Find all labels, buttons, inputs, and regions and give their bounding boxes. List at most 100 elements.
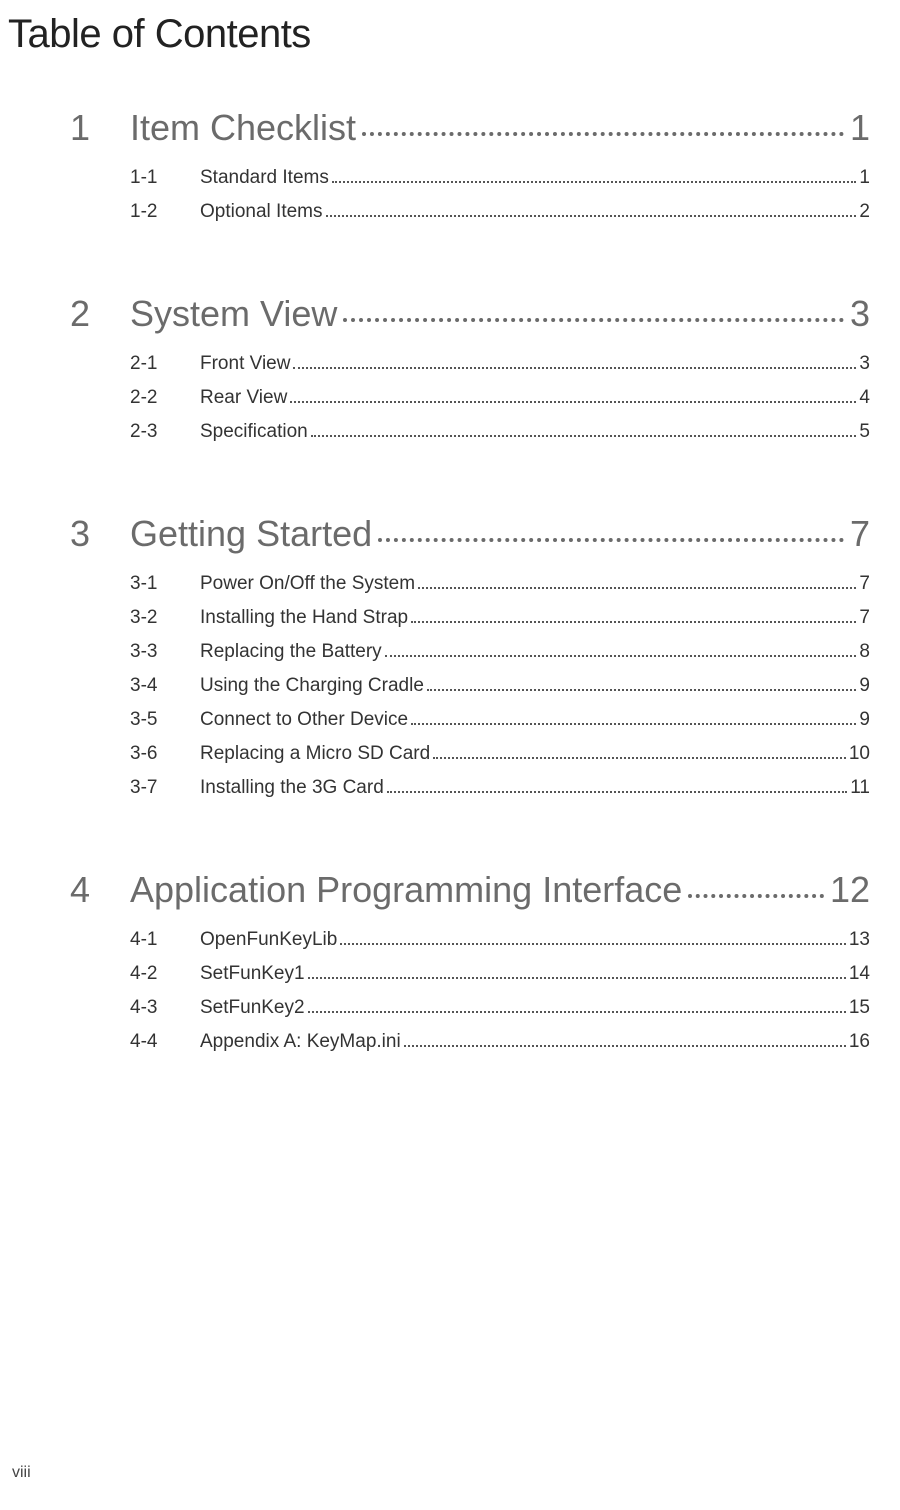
sub-title: Appendix A: KeyMap.ini — [200, 1031, 401, 1053]
toc-sub-row[interactable]: 3-6 Replacing a Micro SD Card 10 — [130, 743, 880, 765]
sub-title: Using the Charging Cradle — [200, 675, 424, 697]
sub-number: 1-2 — [130, 201, 200, 223]
leader-dots — [427, 689, 857, 691]
leader-dots — [343, 318, 844, 322]
sub-page: 15 — [849, 997, 880, 1019]
leader-dots — [311, 435, 857, 437]
chapter-title: Application Programming Interface — [130, 869, 682, 911]
sub-number: 3-5 — [130, 709, 200, 731]
sub-number: 3-7 — [130, 777, 200, 799]
sub-title: Replacing the Battery — [200, 641, 382, 663]
sub-page: 11 — [850, 777, 880, 799]
sub-page: 13 — [849, 929, 880, 951]
toc-sub-row[interactable]: 4-3 SetFunKey2 15 — [130, 997, 880, 1019]
sub-page: 3 — [859, 353, 880, 375]
chapter-number: 3 — [70, 513, 130, 555]
toc-sub-row[interactable]: 2-3 Specification 5 — [130, 421, 880, 443]
chapter-title: Getting Started — [130, 513, 372, 555]
leader-dots — [340, 943, 846, 945]
sub-title: Front View — [200, 353, 290, 375]
sub-page: 9 — [859, 675, 880, 697]
leader-dots — [433, 757, 846, 759]
sub-number: 2-2 — [130, 387, 200, 409]
chapter-number: 4 — [70, 869, 130, 911]
toc-sub-row[interactable]: 2-2 Rear View 4 — [130, 387, 880, 409]
toc-sub-row[interactable]: 3-3 Replacing the Battery 8 — [130, 641, 880, 663]
sub-number: 3-6 — [130, 743, 200, 765]
sub-page: 16 — [849, 1031, 880, 1053]
toc-chapter: 1 Item Checklist 1 1-1 Standard Items 1 … — [70, 107, 880, 223]
leader-dots — [404, 1045, 846, 1047]
chapter-page: 1 — [850, 107, 880, 149]
toc-chapter-heading[interactable]: 4 Application Programming Interface 12 — [70, 869, 880, 911]
leader-dots — [362, 132, 844, 136]
sub-title: Connect to Other Device — [200, 709, 408, 731]
sub-page: 4 — [859, 387, 880, 409]
sub-page: 2 — [859, 201, 880, 223]
leader-dots — [308, 977, 846, 979]
chapter-number: 1 — [70, 107, 130, 149]
sub-title: Optional Items — [200, 201, 323, 223]
toc-sub-row[interactable]: 3-4 Using the Charging Cradle 9 — [130, 675, 880, 697]
sub-page: 14 — [849, 963, 880, 985]
chapter-number: 2 — [70, 293, 130, 335]
toc-chapter: 4 Application Programming Interface 12 4… — [70, 869, 880, 1053]
leader-dots — [385, 655, 857, 657]
sub-page: 8 — [859, 641, 880, 663]
sub-title: Specification — [200, 421, 308, 443]
leader-dots — [378, 538, 844, 542]
sub-title: Rear View — [200, 387, 287, 409]
leader-dots — [411, 723, 856, 725]
sub-title: SetFunKey1 — [200, 963, 305, 985]
toc-sub-row[interactable]: 3-7 Installing the 3G Card 11 — [130, 777, 880, 799]
leader-dots — [290, 401, 856, 403]
sub-page: 5 — [859, 421, 880, 443]
chapter-page: 7 — [850, 513, 880, 555]
toc-chapter-heading[interactable]: 3 Getting Started 7 — [70, 513, 880, 555]
toc-chapter: 3 Getting Started 7 3-1 Power On/Off the… — [70, 513, 880, 799]
chapter-page: 12 — [830, 869, 880, 911]
sub-title: OpenFunKeyLib — [200, 929, 337, 951]
sub-number: 1-1 — [130, 167, 200, 189]
leader-dots — [293, 367, 856, 369]
toc-sub-row[interactable]: 1-2 Optional Items 2 — [130, 201, 880, 223]
leader-dots — [332, 181, 857, 183]
sub-number: 3-3 — [130, 641, 200, 663]
leader-dots — [326, 215, 857, 217]
sub-page: 10 — [849, 743, 880, 765]
sub-number: 4-1 — [130, 929, 200, 951]
toc-sub-row[interactable]: 3-2 Installing the Hand Strap 7 — [130, 607, 880, 629]
chapter-page: 3 — [850, 293, 880, 335]
leader-dots — [418, 587, 856, 589]
leader-dots — [411, 621, 856, 623]
leader-dots — [308, 1011, 846, 1013]
sub-title: SetFunKey2 — [200, 997, 305, 1019]
toc-sub-row[interactable]: 3-5 Connect to Other Device 9 — [130, 709, 880, 731]
toc-sub-row[interactable]: 3-1 Power On/Off the System 7 — [130, 573, 880, 595]
sub-number: 2-1 — [130, 353, 200, 375]
sub-number: 4-4 — [130, 1031, 200, 1053]
sub-number: 4-3 — [130, 997, 200, 1019]
toc-sub-row[interactable]: 4-4 Appendix A: KeyMap.ini 16 — [130, 1031, 880, 1053]
toc-body: 1 Item Checklist 1 1-1 Standard Items 1 … — [0, 57, 900, 1053]
toc-sub-row[interactable]: 1-1 Standard Items 1 — [130, 167, 880, 189]
sub-number: 2-3 — [130, 421, 200, 443]
toc-sub-row[interactable]: 2-1 Front View 3 — [130, 353, 880, 375]
sub-title: Power On/Off the System — [200, 573, 415, 595]
sub-page: 1 — [859, 167, 880, 189]
sub-page: 7 — [859, 607, 880, 629]
page-title: Table of Contents — [0, 0, 900, 57]
sub-page: 7 — [859, 573, 880, 595]
toc-chapter: 2 System View 3 2-1 Front View 3 2-2 Rea… — [70, 293, 880, 443]
sub-number: 3-2 — [130, 607, 200, 629]
chapter-title: Item Checklist — [130, 107, 356, 149]
sub-title: Installing the Hand Strap — [200, 607, 408, 629]
toc-sub-row[interactable]: 4-2 SetFunKey1 14 — [130, 963, 880, 985]
sub-title: Replacing a Micro SD Card — [200, 743, 430, 765]
toc-chapter-heading[interactable]: 1 Item Checklist 1 — [70, 107, 880, 149]
toc-sub-row[interactable]: 4-1 OpenFunKeyLib 13 — [130, 929, 880, 951]
sub-title: Installing the 3G Card — [200, 777, 384, 799]
toc-chapter-heading[interactable]: 2 System View 3 — [70, 293, 880, 335]
sub-number: 3-4 — [130, 675, 200, 697]
chapter-title: System View — [130, 293, 337, 335]
